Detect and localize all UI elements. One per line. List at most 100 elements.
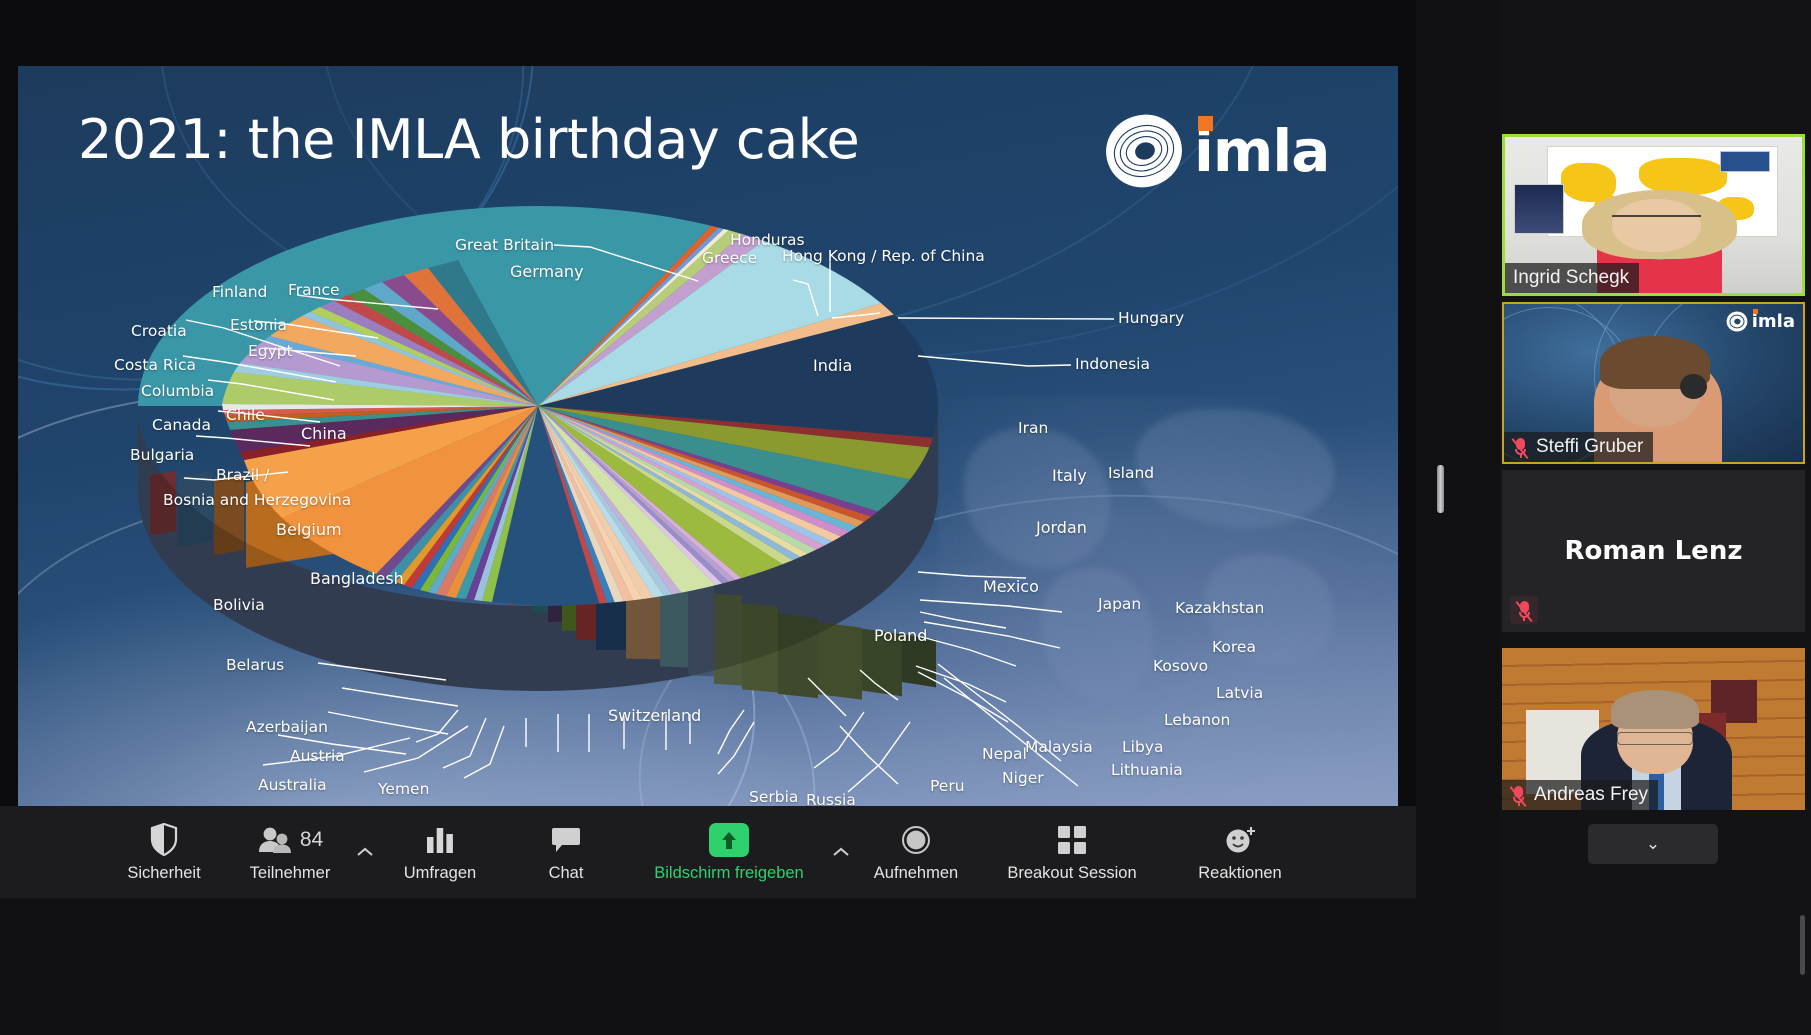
pie-label-great-britain: Great Britain	[455, 236, 555, 254]
share-screen-icon	[709, 822, 749, 858]
mic-muted-icon	[1511, 437, 1529, 459]
participants-chevron-up-icon[interactable]	[353, 832, 377, 872]
pie-chart: Germany Great Britain Greece Honduras Ho…	[18, 66, 1398, 892]
toolbar-breakout-button[interactable]: Breakout Session	[979, 806, 1165, 898]
participant-name-badge: Ingrid Schegk	[1505, 263, 1640, 293]
pie-label-kosovo: Kosovo	[1153, 657, 1209, 675]
pie-label-belarus: Belarus	[226, 656, 285, 674]
toolbar-participants-label: Teilnehmer	[249, 863, 331, 882]
reactions-icon	[1224, 822, 1256, 858]
pie-label-hong-kong: Hong Kong / Rep. of China	[782, 247, 985, 265]
pie-label-nepal: Nepal	[982, 745, 1027, 763]
presentation-slide: 2021: the IMLA birthday cake imla German…	[18, 66, 1398, 892]
imla-accent-dot	[1752, 309, 1758, 314]
pie-label-island: Island	[1108, 464, 1155, 482]
pie-label-austria: Austria	[290, 747, 345, 765]
glasses-icon	[1611, 215, 1701, 226]
pie-label-bosnia: Bosnia and Herzegovina	[163, 491, 352, 509]
video-tile-ingrid-schegk[interactable]: Ingrid Schegk	[1502, 134, 1805, 296]
pie-label-china: China	[301, 424, 347, 443]
participants-icon: 84	[257, 822, 323, 858]
imla-swirl-icon	[1726, 311, 1748, 332]
pie-label-yemen: Yemen	[378, 780, 430, 798]
video-panel-scrollbar[interactable]	[1800, 915, 1805, 975]
pie-label-costa-rica: Costa Rica	[114, 356, 196, 374]
toolbar-security-button[interactable]: Sicherheit	[101, 806, 227, 898]
pie-label-peru: Peru	[930, 777, 965, 795]
pie-label-switzerland: Switzerland	[608, 706, 702, 725]
toolbar-reactions-label: Reaktionen	[1198, 863, 1282, 882]
pie-label-bolivia: Bolivia	[213, 596, 265, 614]
imla-wordmark-text: imla	[1751, 309, 1795, 332]
toolbar-record-label: Aufnehmen	[873, 863, 959, 882]
pie-label-iran: Iran	[1018, 419, 1049, 437]
participant-name: Andreas Frey	[1534, 784, 1649, 805]
pie-label-azerbaijan: Azerbaijan	[246, 718, 328, 736]
pie-label-finland: Finland	[212, 283, 268, 301]
toolbar-breakout-label: Breakout Session	[1007, 863, 1137, 882]
pie-label-serbia: Serbia	[749, 788, 799, 806]
mic-muted-badge	[1510, 596, 1538, 624]
pie-label-greece: Greece	[702, 249, 758, 267]
record-icon	[901, 822, 931, 858]
participant-hair	[1611, 690, 1699, 729]
participant-name: Ingrid Schegk	[1513, 267, 1630, 288]
pie-label-kazakhstan: Kazakhstan	[1175, 599, 1265, 617]
zoom-toolbar: Sicherheit 84 Teilnehmer Umfragen Chat B…	[0, 806, 1416, 898]
zoom-meeting-window: 2021: the IMLA birthday cake imla German…	[0, 0, 1811, 1035]
wall-picture	[1513, 183, 1565, 234]
share-chevron-up-icon[interactable]	[829, 832, 853, 872]
toolbar-reactions-button[interactable]: Reaktionen	[1165, 806, 1315, 898]
pie-label-indonesia: Indonesia	[1075, 355, 1150, 373]
participant-count: 84	[299, 827, 324, 851]
pie-label-germany: Germany	[510, 262, 584, 281]
pie-label-belgium: Belgium	[276, 520, 342, 539]
pie-label-canada: Canada	[152, 416, 211, 434]
mic-muted-icon	[1515, 600, 1533, 622]
toolbar-chat-button[interactable]: Chat	[503, 806, 629, 898]
headphone-icon	[1680, 373, 1708, 399]
shared-screen-area: 2021: the IMLA birthday cake imla German…	[0, 0, 1416, 898]
pie-label-croatia: Croatia	[131, 322, 187, 340]
video-tile-andreas-frey[interactable]: Andreas Frey	[1502, 648, 1805, 810]
toolbar-polls-label: Umfragen	[403, 863, 477, 882]
pie-label-italy: Italy	[1052, 466, 1087, 485]
toolbar-share-screen-button[interactable]: Bildschirm freigeben	[629, 806, 829, 898]
pie-label-malaysia: Malaysia	[1025, 738, 1093, 756]
participant-name-badge: Andreas Frey	[1502, 780, 1659, 810]
pie-label-niger: Niger	[1002, 769, 1044, 787]
video-tile-roman-lenz[interactable]: Roman Lenz	[1502, 470, 1805, 632]
pie-label-brazil: Brazil /	[216, 466, 270, 484]
pie-label-lebanon: Lebanon	[1164, 711, 1231, 729]
glasses-icon	[1617, 732, 1693, 746]
pie-label-estonia: Estonia	[230, 316, 288, 334]
pie-label-columbia: Columbia	[141, 382, 215, 400]
video-panel-scroll-down-button[interactable]: ⌄	[1588, 824, 1718, 864]
pie-label-korea: Korea	[1212, 638, 1256, 656]
pie-label-chile: Chile	[226, 406, 265, 424]
pie-label-egypt: Egypt	[248, 342, 293, 360]
pie-label-poland: Poland	[874, 626, 928, 645]
toolbar-security-label: Sicherheit	[127, 863, 201, 882]
panel-resize-handle[interactable]	[1437, 465, 1444, 513]
pie-label-japan: Japan	[1098, 595, 1142, 613]
toolbar-share-screen-label: Bildschirm freigeben	[654, 863, 804, 882]
toolbar-participants-button[interactable]: 84 Teilnehmer	[227, 806, 353, 898]
toolbar-record-button[interactable]: Aufnehmen	[853, 806, 979, 898]
chat-icon	[551, 822, 581, 858]
pie-label-lithuania: Lithuania	[1111, 761, 1183, 779]
shield-icon	[150, 822, 178, 858]
video-tile-steffi-gruber[interactable]: imla Steffi Gruber	[1502, 302, 1805, 464]
pie-label-latvia: Latvia	[1216, 684, 1264, 702]
pie-label-hungary: Hungary	[1118, 309, 1185, 327]
polls-icon	[425, 822, 455, 858]
pie-label-bangladesh: Bangladesh	[310, 569, 404, 588]
toolbar-chat-label: Chat	[548, 863, 584, 882]
pie-label-bulgaria: Bulgaria	[130, 446, 195, 464]
participant-name: Roman Lenz	[1564, 536, 1743, 566]
pie-label-libya: Libya	[1122, 738, 1164, 756]
pie-label-india: India	[813, 356, 853, 375]
pie-label-mexico: Mexico	[983, 577, 1039, 596]
participant-name: Steffi Gruber	[1536, 436, 1644, 457]
toolbar-polls-button[interactable]: Umfragen	[377, 806, 503, 898]
